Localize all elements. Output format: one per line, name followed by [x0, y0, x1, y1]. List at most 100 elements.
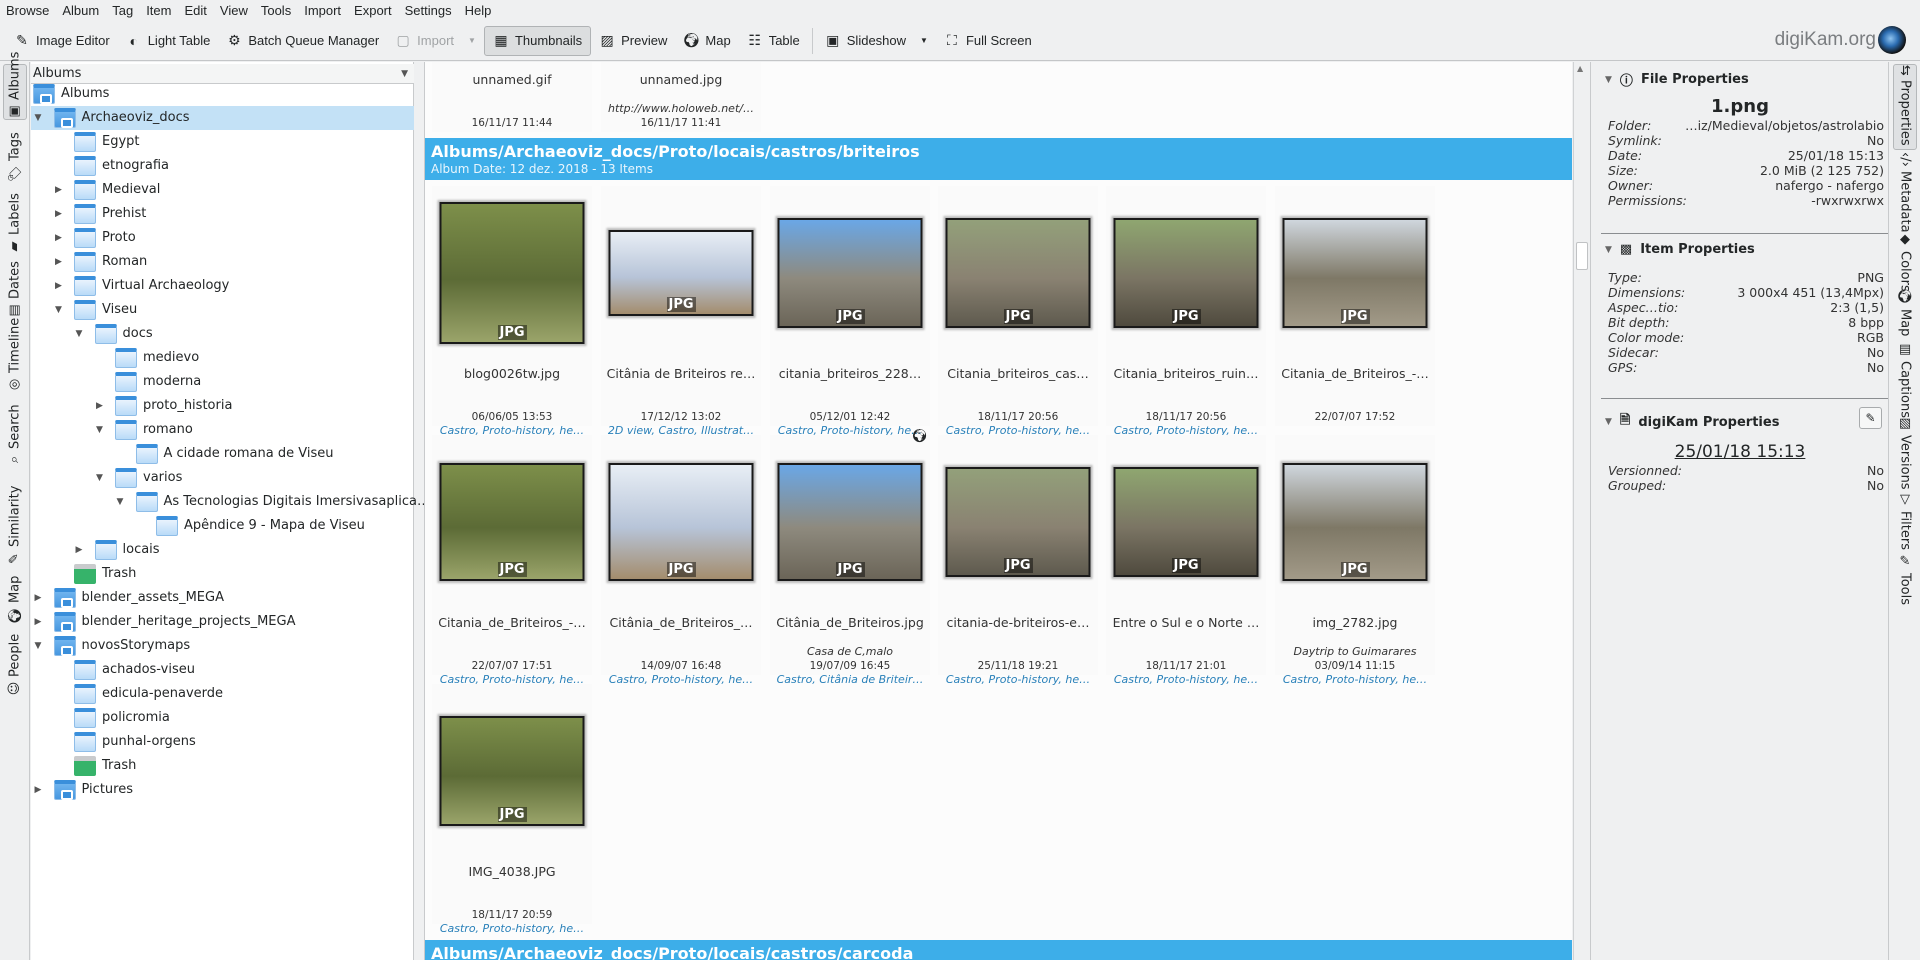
thumbnail-item[interactable]: JPG Citania_de_Briteiros_-… 22/07/07 17:52 [1275, 186, 1435, 426]
left-tab-tags[interactable]: 🏷︎ Tags [3, 120, 27, 182]
expanded-arrow-icon[interactable]: ▼ [96, 425, 103, 435]
thumbnail-item[interactable]: JPG img_2782.jpg Daytrip to Guimarares 03/0… [1275, 435, 1435, 686]
tree-item[interactable]: ▶ proto_historia [31, 394, 414, 418]
tree-item[interactable]: ▶ Proto [31, 226, 414, 250]
album-header-next[interactable]: Albums/Archaeoviz_docs/Proto/locais/cast… [425, 940, 1572, 960]
left-tab-albums[interactable]: ▣ Albums [3, 52, 27, 120]
thumbnail-item[interactable]: JPG blog0026tw.jpg 06/06/05 13:53 Castro, P… [432, 186, 592, 437]
grid-scrollbar[interactable]: ▲ [1573, 62, 1589, 960]
tree-item[interactable]: ▶ Medieval [31, 178, 414, 202]
thumbnails-button[interactable]: ▦ Thumbnails [483, 25, 592, 56]
tree-item[interactable]: ▶ Virtual Archaeology [31, 274, 414, 298]
menu-item[interactable]: Item [146, 3, 171, 18]
thumbnail-item[interactable]: JPG IMG_4038.JPG 18/11/17 20:59 Castro, Pro… [432, 684, 592, 935]
tree-item[interactable]: ▼ novosStorymaps [31, 634, 414, 658]
batch-queue-button[interactable]: ⚙ Batch Queue Manager [218, 26, 387, 56]
tree-item[interactable]: Albums [31, 82, 414, 106]
left-tab-map[interactable]: 🌍︎ Map [3, 568, 27, 624]
tree-item[interactable]: ▼ Archaeoviz_docs [31, 106, 414, 130]
tree-item[interactable]: ▶ Roman [31, 250, 414, 274]
tree-item[interactable]: etnografia [31, 154, 414, 178]
album-view-select[interactable]: Albums ▼ [31, 64, 414, 84]
thumbnail-image[interactable]: JPG [439, 463, 585, 581]
thumbnail-image[interactable]: JPG [1282, 218, 1428, 328]
expanded-arrow-icon[interactable]: ▼ [96, 473, 103, 483]
import-button[interactable]: ▢ Import ▼ [387, 26, 484, 56]
collapsed-arrow-icon[interactable]: ▶ [55, 281, 62, 291]
light-table-button[interactable]: ◐ Light Table [118, 26, 219, 56]
tree-item[interactable]: A cidade romana de Viseu [31, 442, 414, 466]
right-tab-tools[interactable]: ✎ Tools [1893, 554, 1917, 624]
thumbnail-item[interactable]: unnamed.jpg http://www.holoweb.net/… 16/11… [601, 62, 761, 132]
collapsed-arrow-icon[interactable]: ▶ [55, 185, 62, 195]
thumbnail-image[interactable]: JPG [1282, 463, 1428, 581]
tree-item[interactable]: ▶ blender_assets_MEGA [31, 586, 414, 610]
tree-item[interactable]: policromia [31, 706, 414, 730]
left-tab-timeline[interactable]: ◎ Timeline [3, 318, 27, 392]
scrollbar-handle[interactable] [1576, 242, 1588, 270]
tree-item[interactable]: medievo [31, 346, 414, 370]
expanded-arrow-icon[interactable]: ▼ [35, 113, 42, 123]
digikam-date-link[interactable]: 25/01/18 15:13 [1591, 442, 1889, 462]
menu-edit[interactable]: Edit [184, 3, 206, 18]
thumbnail-image[interactable]: JPG [777, 463, 923, 581]
menu-export[interactable]: Export [354, 3, 392, 18]
scroll-up-icon[interactable]: ▲ [1577, 64, 1583, 73]
collapsed-arrow-icon[interactable]: ▶ [96, 401, 103, 411]
thumbnail-item[interactable]: JPG Entre o Sul e o Norte … 18/11/17 21:01… [1106, 435, 1266, 686]
table-button[interactable]: ☷ Table [739, 26, 808, 56]
right-tab-map[interactable]: 🌍︎ Map [1893, 288, 1917, 340]
thumbnail-item[interactable]: JPG citania-de-briteiros-e… 25/11/18 19:21… [938, 435, 1098, 686]
thumbnail-image[interactable]: JPG [945, 467, 1091, 577]
thumbnail-item[interactable]: JPG Citania_de_Briteiros_-… 22/07/07 17:51… [432, 435, 592, 686]
tree-item[interactable]: Trash [31, 562, 414, 586]
thumbnail-image[interactable]: JPG [608, 230, 754, 316]
menu-album[interactable]: Album [62, 3, 99, 18]
thumbnail-item[interactable]: JPG Citania_briteiros_cas… 18/11/17 20:56 C… [938, 186, 1098, 437]
tree-item[interactable]: ▶ blender_heritage_projects_MEGA [31, 610, 414, 634]
tree-item[interactable]: ▶ locais [31, 538, 414, 562]
collapsed-arrow-icon[interactable]: ▶ [55, 257, 62, 267]
expanded-arrow-icon[interactable]: ▼ [35, 641, 42, 651]
menu-view[interactable]: View [220, 3, 248, 18]
tree-item[interactable]: Trash [31, 754, 414, 778]
thumbnail-image[interactable]: JPG [439, 716, 585, 826]
image-editor-button[interactable]: ✎ Image Editor [6, 26, 118, 56]
right-tab-colors[interactable]: ◆ Colors [1893, 232, 1917, 292]
right-tab-versions[interactable]: ▧ Versions [1893, 416, 1917, 490]
left-tab-similarity[interactable]: ✎ Similarity [3, 468, 27, 566]
album-header[interactable]: Albums/Archaeoviz_docs/Proto/locais/cast… [425, 138, 1572, 180]
expanded-arrow-icon[interactable]: ▼ [117, 497, 124, 507]
collapsed-arrow-icon[interactable]: ▶ [55, 209, 62, 219]
tree-item[interactable]: Egypt [31, 130, 414, 154]
thumbnail-image[interactable]: JPG [1113, 218, 1259, 328]
collapsed-arrow-icon[interactable]: ▶ [35, 593, 42, 603]
right-tab-filters[interactable]: ▽ Filters [1893, 492, 1917, 552]
tree-item[interactable]: ▶ Prehist [31, 202, 414, 226]
collapsed-arrow-icon[interactable]: ▶ [76, 545, 83, 555]
left-tab-people[interactable]: ☺ People [3, 624, 27, 696]
preview-button[interactable]: ▨ Preview [591, 26, 675, 56]
thumbnail-item[interactable]: unnamed.gif 16/11/17 11:44 [432, 62, 592, 132]
collapsed-arrow-icon[interactable]: ▶ [35, 617, 42, 627]
right-tab-captions[interactable]: ▤ Captions [1893, 342, 1917, 418]
thumbnail-image[interactable]: JPG [608, 463, 754, 581]
tree-item[interactable]: edicula-penaverde [31, 682, 414, 706]
tree-item[interactable]: ▼ varios [31, 466, 414, 490]
left-tab-search[interactable]: ⌕ Search [3, 394, 27, 467]
thumbnail-item[interactable]: JPG Citânia de Briteiros re… 17/12/12 13:0… [601, 186, 761, 437]
tree-item[interactable]: ▼ As Tecnologias Digitais Imersivasaplica… [31, 490, 430, 514]
menu-browse[interactable]: Browse [6, 3, 49, 18]
map-button[interactable]: 🌍︎ Map [675, 26, 738, 56]
menu-settings[interactable]: Settings [405, 3, 452, 18]
menu-help[interactable]: Help [465, 3, 492, 18]
expanded-arrow-icon[interactable]: ▼ [76, 329, 83, 339]
thumbnail-image[interactable]: JPG [1113, 467, 1259, 577]
thumbnail-item[interactable]: JPG 🌍︎ Citânia_de_Briteiros.jpg Casa de C,m… [770, 429, 930, 686]
menu-tools[interactable]: Tools [261, 3, 291, 18]
thumbnail-image[interactable]: JPG [439, 202, 585, 344]
tree-item[interactable]: ▼ Viseu [31, 298, 414, 322]
thumbnail-image[interactable]: JPG [777, 218, 923, 328]
digikam-properties-header[interactable]: ▼ 🗎 digiKam Properties [1605, 411, 1779, 433]
collapsed-arrow-icon[interactable]: ▶ [55, 233, 62, 243]
